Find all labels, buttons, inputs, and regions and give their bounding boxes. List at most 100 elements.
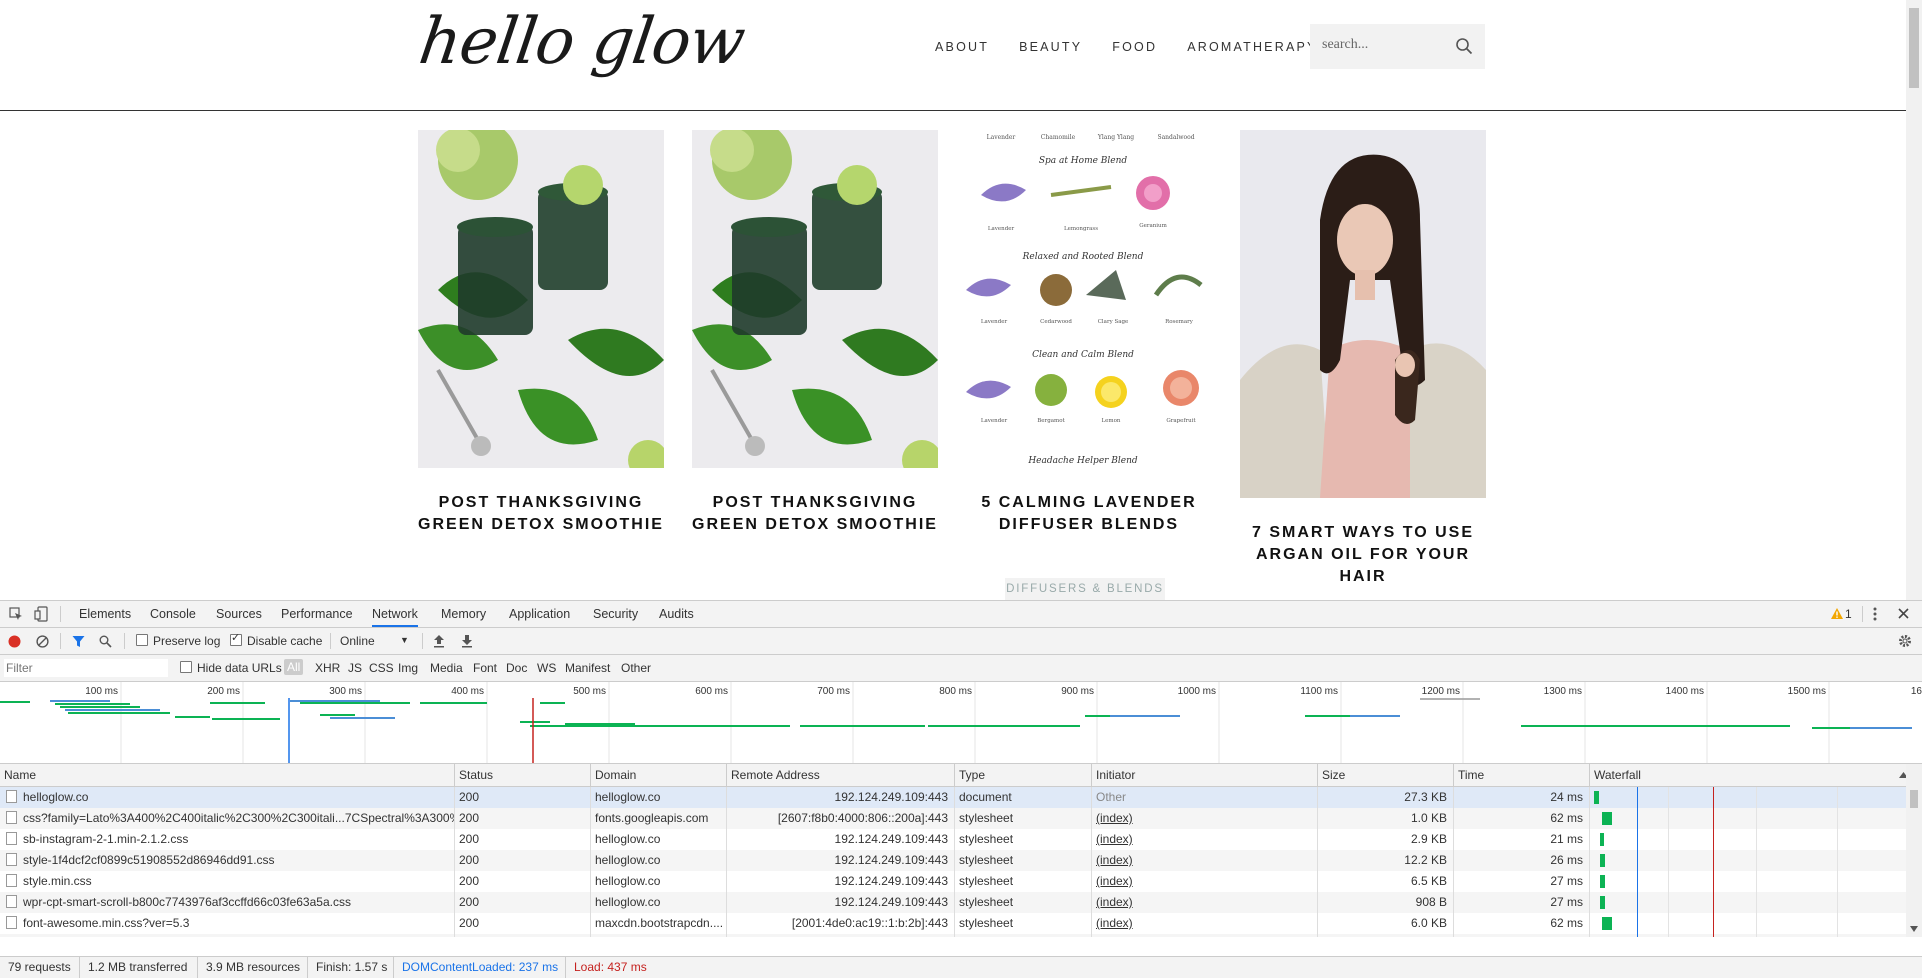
request-row[interactable]: style-1f4dcf2cf0899c51908552d86946dd91.c… [0, 850, 1906, 871]
tab-memory[interactable]: Memory [441, 601, 486, 627]
post-card[interactable]: POST THANKSGIVING GREEN DETOX SMOOTHIE [418, 130, 664, 536]
cell-initiator[interactable]: (index) [1092, 871, 1318, 892]
filter-type-other[interactable]: Other [621, 661, 651, 675]
cell-domain: helloglow.co [591, 850, 727, 871]
scroll-down-arrow-icon[interactable] [1910, 926, 1918, 932]
post-title[interactable]: POST THANKSGIVING GREEN DETOX SMOOTHIE [418, 492, 664, 536]
preserve-log-checkbox[interactable] [136, 634, 148, 646]
category-badge[interactable]: DIFFUSERS & BLENDS [1005, 578, 1165, 600]
cell-remote-address: 192.124.249.109:443 [727, 871, 955, 892]
column-status[interactable]: Status [455, 764, 591, 786]
cell-initiator[interactable]: (index) [1092, 829, 1318, 850]
tab-sources[interactable]: Sources [216, 601, 262, 627]
request-row[interactable]: sb-instagram-2-1.min-2.1.2.css 200 hellogl… [0, 829, 1906, 850]
cell-initiator[interactable]: (index) [1092, 934, 1318, 937]
column-domain[interactable]: Domain [591, 764, 727, 786]
cell-initiator[interactable]: (index) [1092, 808, 1318, 829]
clear-icon[interactable] [36, 635, 49, 648]
filter-type-doc[interactable]: Doc [506, 661, 527, 675]
cell-initiator[interactable]: (index) [1092, 913, 1318, 934]
hide-data-urls-option[interactable]: Hide data URLs [180, 661, 282, 675]
blend-title: Spa at Home Blend [1039, 156, 1128, 166]
record-icon[interactable] [8, 635, 21, 648]
filter-type-js[interactable]: JS [348, 661, 362, 675]
cell-initiator-text: Other [1096, 790, 1127, 804]
post-card[interactable]: 7 SMART WAYS TO USE ARGAN OIL FOR YOUR H… [1240, 130, 1486, 588]
search-icon[interactable] [1455, 37, 1473, 55]
disable-cache-option[interactable]: Disable cache [230, 631, 322, 648]
request-row[interactable]: style-3ce182b68f4f3af0a2ca39754ad93965.c… [0, 934, 1906, 937]
page-scrollbar[interactable] [1906, 0, 1922, 600]
inspect-element-icon[interactable] [9, 607, 23, 621]
nav-aromatherapy[interactable]: AROMATHERAPY [1187, 40, 1317, 54]
filter-input[interactable] [4, 659, 168, 677]
filter-type-css[interactable]: CSS [369, 661, 394, 675]
request-row[interactable]: helloglow.co 200 helloglow.co 192.124.249.1… [0, 787, 1906, 808]
waterfall-gridline [1668, 871, 1669, 892]
cell-initiator[interactable]: (index) [1092, 892, 1318, 913]
warning-icon[interactable] [1831, 608, 1843, 619]
gear-icon[interactable] [1898, 634, 1912, 648]
filter-type-manifest[interactable]: Manifest [565, 661, 610, 675]
export-har-icon[interactable] [461, 634, 473, 648]
filter-icon[interactable] [72, 635, 85, 648]
tab-console[interactable]: Console [150, 601, 196, 627]
post-image-smoothie[interactable] [418, 130, 664, 468]
tab-security[interactable]: Security [593, 601, 638, 627]
post-title[interactable]: POST THANKSGIVING GREEN DETOX SMOOTHIE [692, 492, 938, 536]
nav-food[interactable]: FOOD [1112, 40, 1157, 54]
filter-type-font[interactable]: Font [473, 661, 497, 675]
column-initiator[interactable]: Initiator [1092, 764, 1318, 786]
close-icon[interactable] [1898, 608, 1909, 619]
filter-type-ws[interactable]: WS [537, 661, 556, 675]
timeline-tick: 500 ms [573, 686, 606, 697]
cell-size: 6.5 KB [1318, 871, 1454, 892]
cell-name-text: font-awesome.min.css?ver=5.3 [23, 916, 190, 930]
more-options-icon[interactable] [1873, 607, 1877, 621]
request-row[interactable]: css?family=Lato%3A400%2C400italic%2C300%… [0, 808, 1906, 829]
post-title[interactable]: 5 CALMING LAVENDER DIFFUSER BLENDS [966, 492, 1212, 536]
tab-elements[interactable]: Elements [79, 601, 131, 627]
filter-type-img[interactable]: Img [398, 661, 418, 675]
throttle-select[interactable]: Online ▼ [340, 634, 410, 648]
column-type[interactable]: Type [955, 764, 1092, 786]
post-image-argan-hair[interactable] [1240, 130, 1486, 498]
network-overview-timeline[interactable]: 100 ms 200 ms 300 ms 400 ms 500 ms 600 m… [0, 682, 1922, 764]
column-remote-address[interactable]: Remote Address [727, 764, 955, 786]
post-image-diffuser-blends[interactable]: Lavender Chamomile Ylang Ylang Sandalwoo… [966, 130, 1212, 468]
post-card[interactable]: Lavender Chamomile Ylang Ylang Sandalwoo… [966, 130, 1212, 536]
post-image-smoothie[interactable] [692, 130, 938, 468]
post-card[interactable]: POST THANKSGIVING GREEN DETOX SMOOTHIE [692, 130, 938, 536]
request-row[interactable]: style.min.css 200 helloglow.co 192.124.249.… [0, 871, 1906, 892]
cell-initiator[interactable]: (index) [1092, 850, 1318, 871]
tab-application[interactable]: Application [509, 601, 570, 627]
column-name[interactable]: Name [0, 764, 455, 786]
filter-type-media[interactable]: Media [430, 661, 463, 675]
column-size[interactable]: Size [1318, 764, 1454, 786]
device-toolbar-icon[interactable] [34, 606, 48, 622]
page-scroll-thumb[interactable] [1909, 8, 1919, 88]
warning-count[interactable]: 1 [1845, 607, 1852, 621]
column-waterfall[interactable]: Waterfall [1590, 764, 1906, 786]
nav-beauty[interactable]: BEAUTY [1019, 40, 1082, 54]
filter-type-all[interactable]: All [284, 659, 304, 675]
column-time[interactable]: Time [1454, 764, 1590, 786]
request-list-scrollbar[interactable] [1906, 764, 1922, 937]
disable-cache-checkbox[interactable] [230, 631, 242, 646]
cell-domain-text: helloglow.co [595, 895, 661, 909]
request-list-scroll-thumb[interactable] [1910, 790, 1918, 808]
nav-about[interactable]: ABOUT [935, 40, 989, 54]
tab-performance[interactable]: Performance [281, 601, 353, 627]
hide-data-urls-checkbox[interactable] [180, 661, 192, 673]
request-row[interactable]: font-awesome.min.css?ver=5.3 200 maxcdn.bo… [0, 913, 1906, 934]
tab-audits[interactable]: Audits [659, 601, 694, 627]
search-icon[interactable] [99, 635, 112, 648]
site-search-input[interactable] [1320, 36, 1444, 54]
request-row[interactable]: wpr-cpt-smart-scroll-b800c7743976af3ccff… [0, 892, 1906, 913]
tab-network[interactable]: Network [372, 601, 418, 627]
preserve-log-option[interactable]: Preserve log [136, 634, 220, 648]
filter-type-xhr[interactable]: XHR [315, 661, 340, 675]
site-logo[interactable]: hello glow [415, 5, 749, 79]
import-har-icon[interactable] [433, 634, 445, 648]
post-title[interactable]: 7 SMART WAYS TO USE ARGAN OIL FOR YOUR H… [1240, 522, 1486, 588]
